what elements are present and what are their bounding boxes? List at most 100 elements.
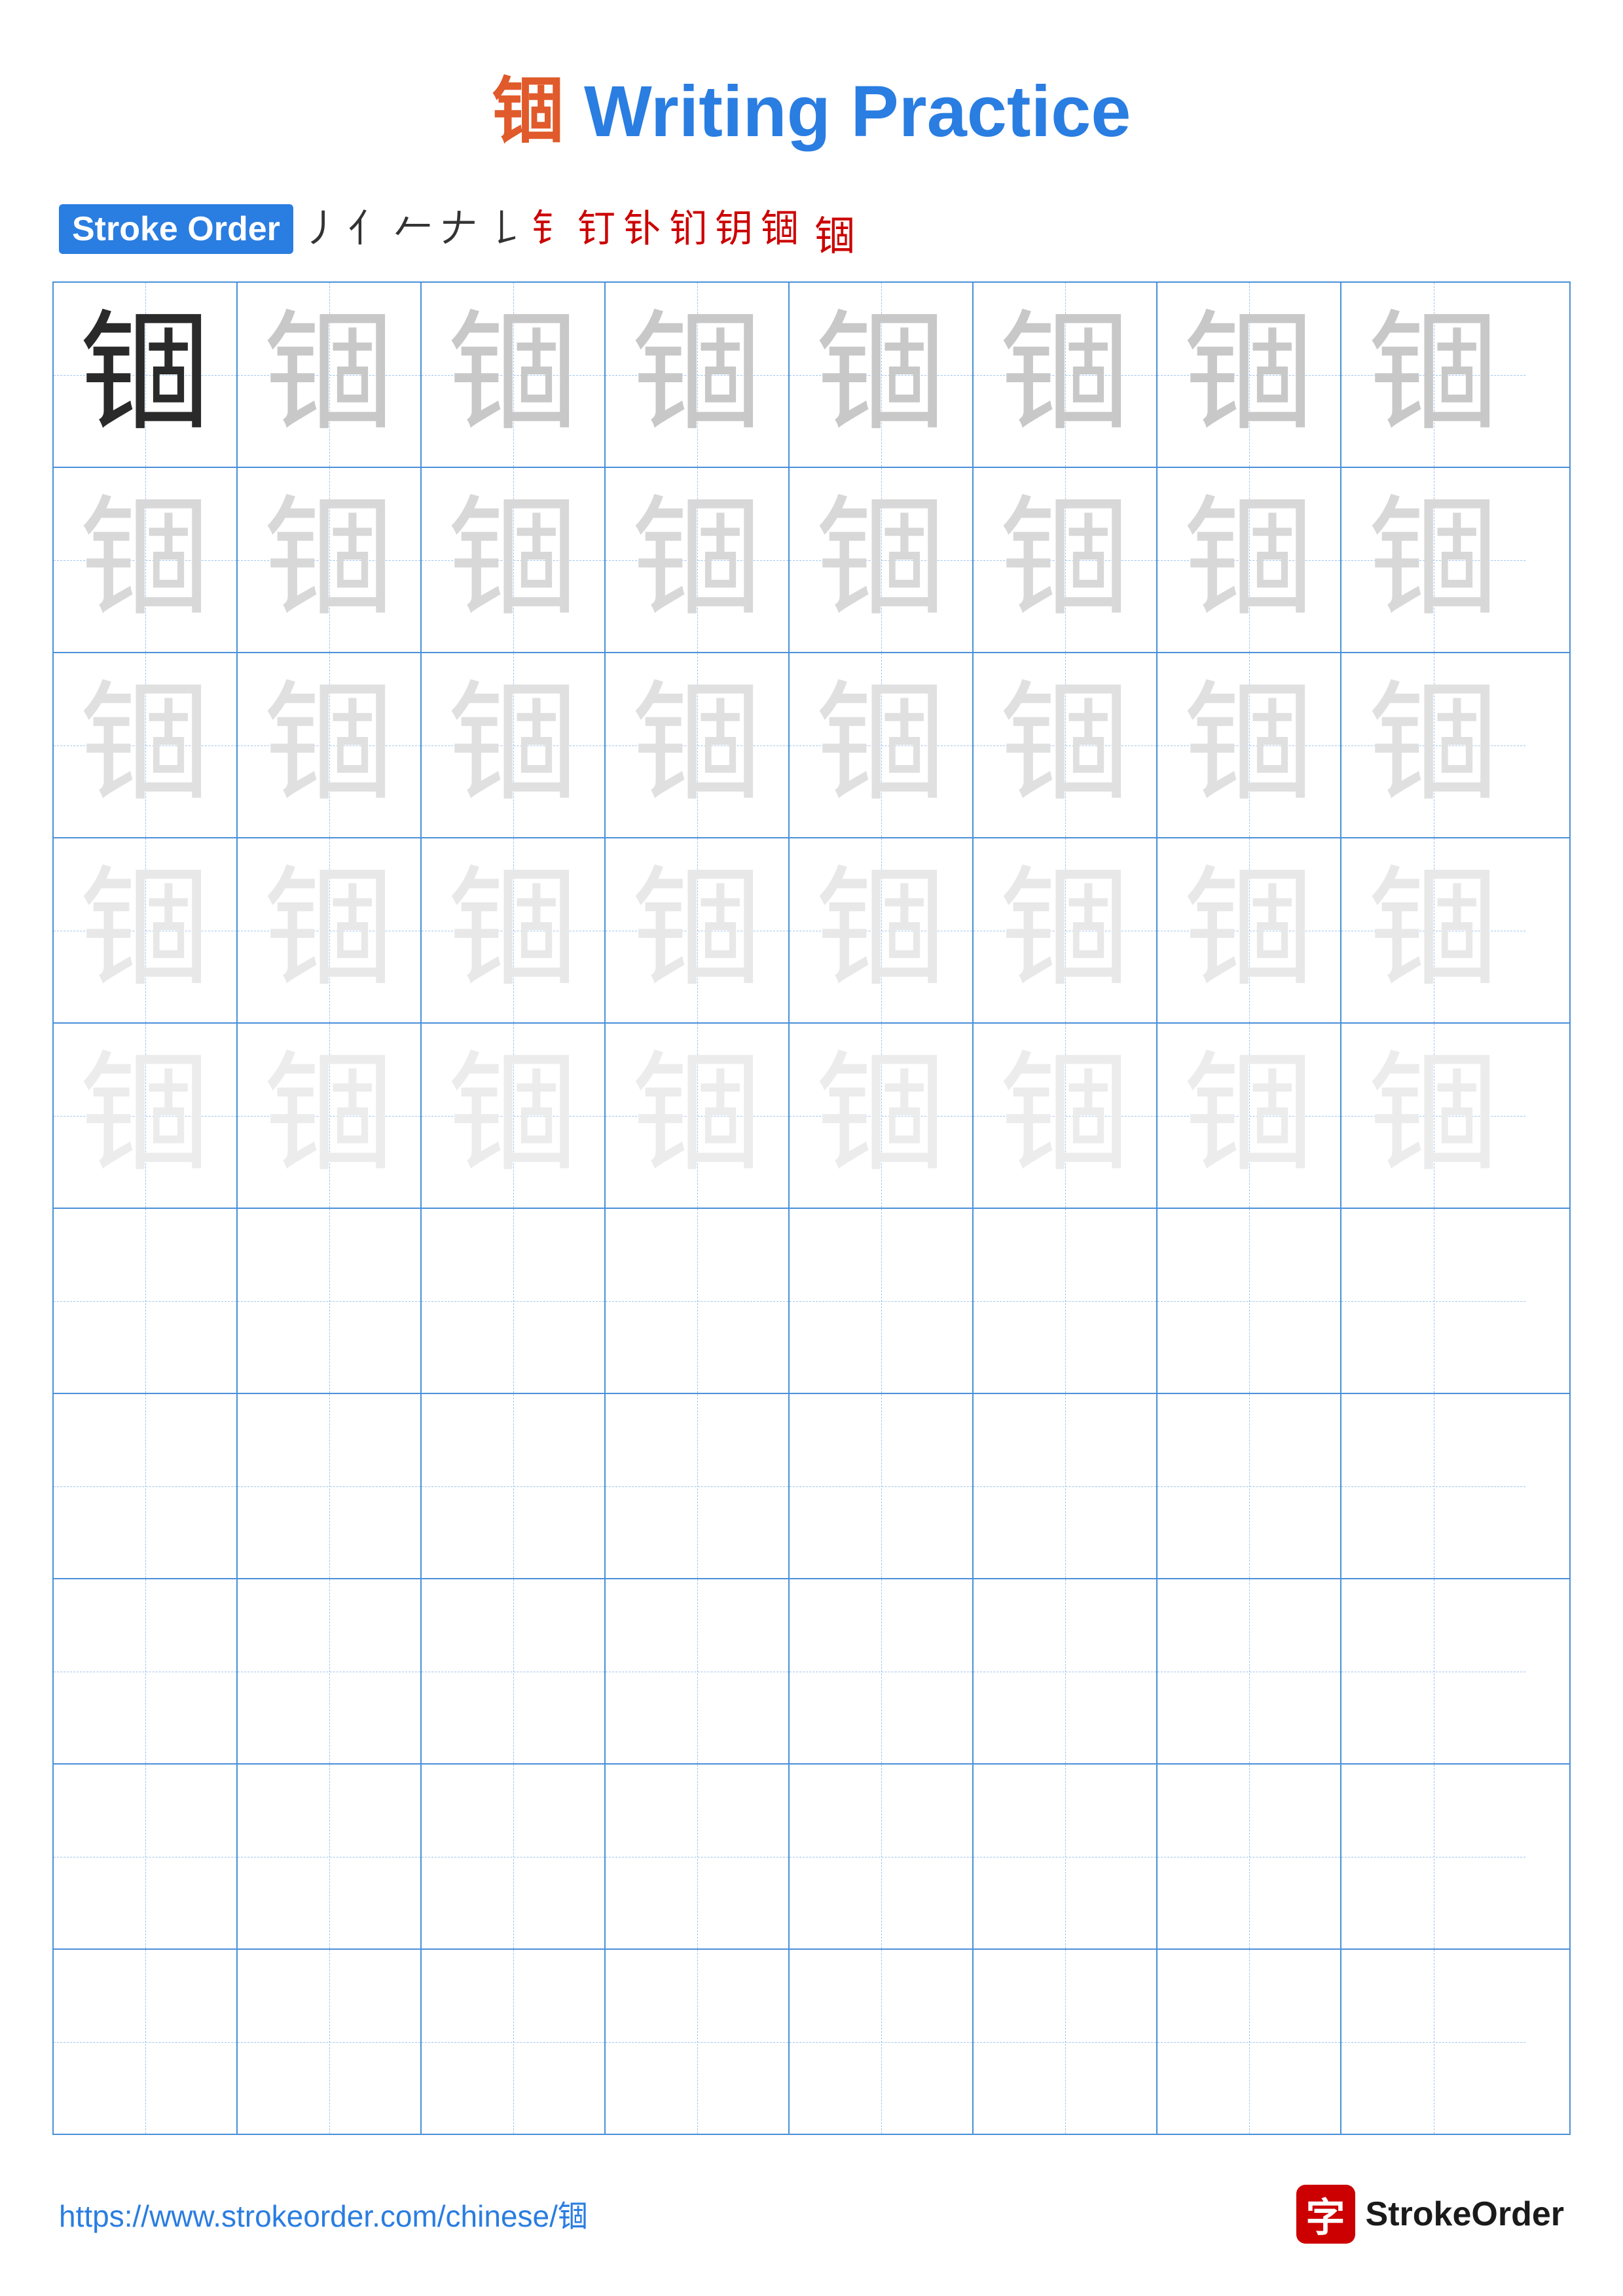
stroke-7: 钉 — [574, 208, 619, 250]
grid-cell-3-3: 锢 — [422, 653, 606, 837]
grid-cell-4-8: 锢 — [1341, 838, 1525, 1022]
grid-cell-2-1: 锢 — [54, 468, 238, 652]
stroke-1: 丿 — [299, 208, 344, 250]
grid-cell-10-8 — [1341, 1950, 1525, 2134]
cell-char: 锢 — [79, 1050, 210, 1181]
cell-char: 锢 — [1183, 495, 1314, 626]
stroke-order-label: Stroke Order — [59, 204, 293, 254]
grid-cell-10-1 — [54, 1950, 238, 2134]
grid-cell-7-3 — [422, 1394, 606, 1578]
grid-cell-4-7: 锢 — [1158, 838, 1341, 1022]
cell-char: 锢 — [631, 495, 762, 626]
grid-cell-9-4 — [606, 1765, 790, 1948]
logo-icon: 字 — [1296, 2185, 1355, 2244]
grid-cell-3-1: 锢 — [54, 653, 238, 837]
cell-char: 锢 — [631, 680, 762, 811]
grid-cell-9-6 — [974, 1765, 1158, 1948]
grid-row-3: 锢 锢 锢 锢 锢 锢 锢 锢 — [54, 653, 1569, 838]
stroke-6: 钅 — [528, 208, 574, 250]
grid-cell-3-8: 锢 — [1341, 653, 1525, 837]
grid-cell-1-7: 锢 — [1158, 283, 1341, 467]
cell-char: 锢 — [1368, 1050, 1499, 1181]
grid-cell-1-4: 锢 — [606, 283, 790, 467]
grid-cell-5-3: 锢 — [422, 1024, 606, 1208]
cell-char: 锢 — [447, 680, 578, 811]
cell-char: 锢 — [263, 680, 394, 811]
grid-cell-1-3: 锢 — [422, 283, 606, 467]
grid-cell-7-7 — [1158, 1394, 1341, 1578]
footer: https://www.strokeorder.com/chinese/锢 字 … — [0, 2185, 1623, 2244]
grid-cell-2-7: 锢 — [1158, 468, 1341, 652]
grid-cell-8-6 — [974, 1579, 1158, 1763]
cell-char: 锢 — [1183, 865, 1314, 996]
cell-char: 锢 — [815, 1050, 946, 1181]
stroke-5: 𠄌 — [482, 208, 528, 250]
grid-cell-5-6: 锢 — [974, 1024, 1158, 1208]
cell-char: 锢 — [1368, 680, 1499, 811]
stroke-order-section: Stroke Order 丿 亻 𠂉 𠂇 𠄌 钅 钉 钋 钔 钥 锢 锢 — [59, 196, 1564, 262]
grid-cell-10-5 — [790, 1950, 974, 2134]
grid-row-1: 锢 锢 锢 锢 锢 锢 锢 锢 — [54, 283, 1569, 468]
grid-cell-8-7 — [1158, 1579, 1341, 1763]
grid-cell-3-2: 锢 — [238, 653, 422, 837]
grid-cell-2-4: 锢 — [606, 468, 790, 652]
grid-cell-1-2: 锢 — [238, 283, 422, 467]
grid-cell-9-2 — [238, 1765, 422, 1948]
grid-cell-5-8: 锢 — [1341, 1024, 1525, 1208]
grid-cell-10-3 — [422, 1950, 606, 2134]
grid-cell-2-8: 锢 — [1341, 468, 1525, 652]
grid-cell-6-7 — [1158, 1209, 1341, 1393]
grid-cell-10-2 — [238, 1950, 422, 2134]
grid-cell-8-2 — [238, 1579, 422, 1763]
grid-cell-5-7: 锢 — [1158, 1024, 1341, 1208]
grid-cell-6-2 — [238, 1209, 422, 1393]
cell-char: 锢 — [1183, 1050, 1314, 1181]
grid-row-8 — [54, 1579, 1569, 1765]
logo-text: StrokeOrder — [1366, 2195, 1564, 2234]
grid-row-5: 锢 锢 锢 锢 锢 锢 锢 锢 — [54, 1024, 1569, 1209]
grid-cell-8-8 — [1341, 1579, 1525, 1763]
footer-logo: 字 StrokeOrder — [1296, 2185, 1564, 2244]
stroke-3: 𠂉 — [390, 208, 436, 250]
logo-icon-char: 字 — [1306, 2186, 1345, 2243]
cell-char: 锢 — [999, 865, 1130, 996]
grid-cell-4-2: 锢 — [238, 838, 422, 1022]
grid-cell-7-2 — [238, 1394, 422, 1578]
grid-cell-3-6: 锢 — [974, 653, 1158, 837]
stroke-final: 锢 — [814, 203, 855, 262]
title-english-text: Writing Practice — [564, 71, 1131, 152]
grid-cell-6-8 — [1341, 1209, 1525, 1393]
grid-row-4: 锢 锢 锢 锢 锢 锢 锢 锢 — [54, 838, 1569, 1024]
grid-cell-10-4 — [606, 1950, 790, 2134]
grid-cell-7-4 — [606, 1394, 790, 1578]
grid-cell-4-3: 锢 — [422, 838, 606, 1022]
cell-char: 锢 — [1183, 680, 1314, 811]
grid-row-9 — [54, 1765, 1569, 1950]
cell-char: 锢 — [631, 310, 762, 440]
grid-cell-1-8: 锢 — [1341, 283, 1525, 467]
grid-row-2: 锢 锢 锢 锢 锢 锢 锢 锢 — [54, 468, 1569, 653]
grid-cell-7-6 — [974, 1394, 1158, 1578]
cell-char: 锢 — [999, 680, 1130, 811]
cell-char: 锢 — [1368, 865, 1499, 996]
footer-url[interactable]: https://www.strokeorder.com/chinese/锢 — [59, 2193, 588, 2236]
grid-cell-6-6 — [974, 1209, 1158, 1393]
cell-char: 锢 — [999, 495, 1130, 626]
cell-char: 锢 — [79, 310, 210, 440]
cell-char: 锢 — [79, 865, 210, 996]
cell-char: 锢 — [815, 865, 946, 996]
grid-cell-2-6: 锢 — [974, 468, 1158, 652]
grid-cell-6-5 — [790, 1209, 974, 1393]
cell-char: 锢 — [815, 680, 946, 811]
stroke-sequence: 丿 亻 𠂉 𠂇 𠄌 钅 钉 钋 钔 钥 锢 — [299, 208, 803, 250]
cell-char: 锢 — [1368, 310, 1499, 440]
stroke-9: 钔 — [665, 208, 711, 250]
grid-cell-2-3: 锢 — [422, 468, 606, 652]
cell-char: 锢 — [447, 310, 578, 440]
grid-cell-1-6: 锢 — [974, 283, 1158, 467]
cell-char: 锢 — [999, 1050, 1130, 1181]
grid-cell-2-5: 锢 — [790, 468, 974, 652]
grid-cell-9-8 — [1341, 1765, 1525, 1948]
grid-cell-3-5: 锢 — [790, 653, 974, 837]
grid-cell-1-1: 锢 — [54, 283, 238, 467]
